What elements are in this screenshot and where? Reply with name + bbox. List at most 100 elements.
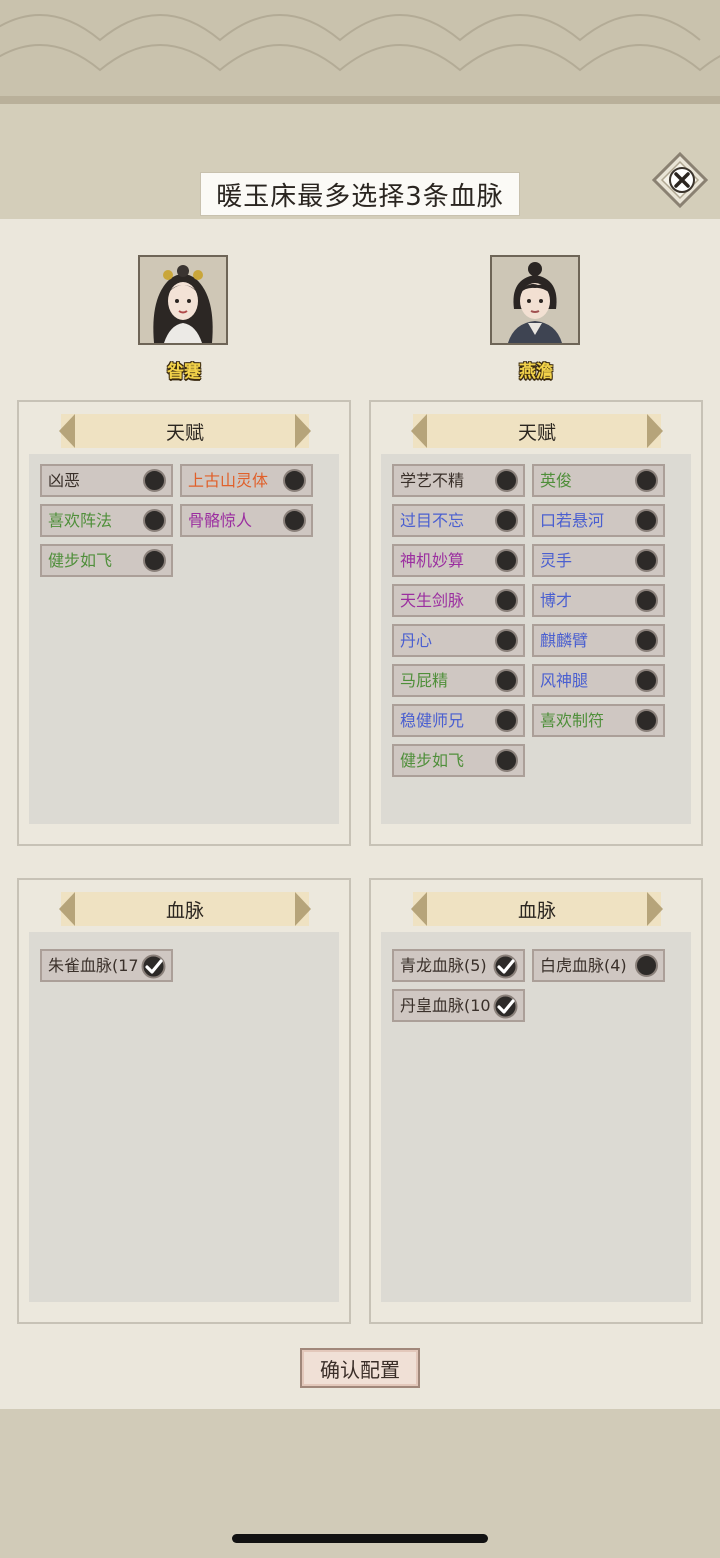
toggle-knob-icon [495,589,518,612]
portrait-male-icon [492,257,578,343]
talent-header-label: 天赋 [165,421,204,444]
bloodline-tag[interactable]: 白虎血脉(4) [532,949,665,982]
talent-label: 过目不忘 [400,511,465,530]
toggle-knob-icon [495,749,518,772]
bloodline-header-label: 血脉 [517,899,556,922]
toggle-knob-icon [635,954,658,977]
talent-label: 稳健师兄 [400,711,465,730]
talent-tag[interactable]: 口若悬河 [532,504,665,537]
talent-tag[interactable]: 健步如飞 [392,744,525,777]
talent-tag[interactable]: 丹心 [392,624,525,657]
bloodline-list [381,932,691,1302]
toggle-knob-icon [283,469,306,492]
toggle-knob-icon [635,469,658,492]
bloodline-list [29,932,339,1302]
character-1-name: 昝蹇 [167,362,201,382]
talent-tag[interactable]: 马屁精 [392,664,525,697]
chevron-right-icon [295,414,311,448]
dialog-title: 暖玉床最多选择3条血脉 [200,172,520,216]
bloodline-group-character-1: 血脉 [17,878,351,1324]
toggle-knob-icon [495,669,518,692]
talent-label: 麒麟臂 [540,631,589,650]
checkmark-icon [493,994,518,1019]
chevron-right-icon [295,892,311,926]
bloodline-header: 血脉 [59,892,311,926]
talent-label: 健步如飞 [48,551,113,570]
talent-tag[interactable]: 稳健师兄 [392,704,525,737]
talent-label: 博才 [540,591,573,610]
talent-label: 风神腿 [540,671,589,690]
toggle-knob-icon [495,629,518,652]
avatar-character-2[interactable] [490,255,580,345]
close-button[interactable] [651,151,709,209]
talent-tag[interactable]: 喜欢制符 [532,704,665,737]
bloodline-tag[interactable]: 丹皇血脉(10 [392,989,525,1022]
talent-label: 天生剑脉 [400,591,465,610]
checkmark-icon [141,954,166,979]
bloodline-header: 血脉 [411,892,663,926]
toggle-knob-icon [635,549,658,572]
chevron-right-icon [647,892,663,926]
toggle-knob-icon [495,469,518,492]
talent-label: 喜欢制符 [540,711,605,730]
bloodline-label: 丹皇血脉(10 [400,996,491,1015]
talent-tag[interactable]: 麒麟臂 [532,624,665,657]
avatar-character-1[interactable] [138,255,228,345]
confirm-button[interactable]: 确认配置 [300,1348,420,1388]
talent-label: 骨骼惊人 [188,511,253,530]
band-edge [0,96,720,104]
talent-label: 丹心 [400,631,433,650]
talent-tag[interactable]: 神机妙算 [392,544,525,577]
toggle-knob-icon [495,549,518,572]
talent-tag[interactable]: 上古山灵体 [180,464,313,497]
bloodline-label: 朱雀血脉(17 [48,956,139,975]
talent-label: 喜欢阵法 [48,511,113,530]
talent-label: 学艺不精 [400,471,465,490]
talent-tag[interactable]: 健步如飞 [40,544,173,577]
close-icon [651,151,709,209]
bloodline-label: 白虎血脉(4) [540,956,627,975]
toggle-knob-icon [635,709,658,732]
character-2-name: 燕澹 [519,362,553,382]
talent-tag[interactable]: 灵手 [532,544,665,577]
talent-label: 凶恶 [48,471,81,490]
chevron-left-icon [59,414,75,448]
talent-tag[interactable]: 天生剑脉 [392,584,525,617]
toggle-knob-icon [495,509,518,532]
talent-label: 马屁精 [400,671,449,690]
talent-label: 灵手 [540,551,573,570]
talent-tag[interactable]: 博才 [532,584,665,617]
talent-header: 天赋 [59,414,311,448]
talent-tag[interactable]: 骨骼惊人 [180,504,313,537]
chevron-left-icon [59,892,75,926]
home-indicator [232,1534,488,1543]
talent-tag[interactable]: 风神腿 [532,664,665,697]
talent-tag[interactable]: 过目不忘 [392,504,525,537]
top-decor-band [0,0,720,100]
talent-tag[interactable]: 学艺不精 [392,464,525,497]
toggle-knob-icon [495,709,518,732]
talent-header: 天赋 [411,414,663,448]
checkmark-icon [493,954,518,979]
chevron-left-icon [411,892,427,926]
toggle-knob-icon [635,669,658,692]
talent-tag[interactable]: 英俊 [532,464,665,497]
talent-label: 口若悬河 [540,511,605,530]
toggle-knob-icon [635,589,658,612]
toggle-knob-icon [635,629,658,652]
portrait-female-icon [140,257,226,343]
bloodline-tag[interactable]: 朱雀血脉(17 [40,949,173,982]
talent-tag[interactable]: 喜欢阵法 [40,504,173,537]
bloodline-group-character-2: 血脉 [369,878,703,1324]
bloodline-header-label: 血脉 [165,899,204,922]
toggle-knob-icon [143,469,166,492]
talent-tag[interactable]: 凶恶 [40,464,173,497]
talent-label: 神机妙算 [400,551,465,570]
bloodline-label: 青龙血脉(5) [400,956,487,975]
chevron-right-icon [647,414,663,448]
talent-label: 上古山灵体 [188,471,269,490]
toggle-knob-icon [635,509,658,532]
bloodline-tag[interactable]: 青龙血脉(5) [392,949,525,982]
chevron-left-icon [411,414,427,448]
talent-header-label: 天赋 [517,421,556,444]
